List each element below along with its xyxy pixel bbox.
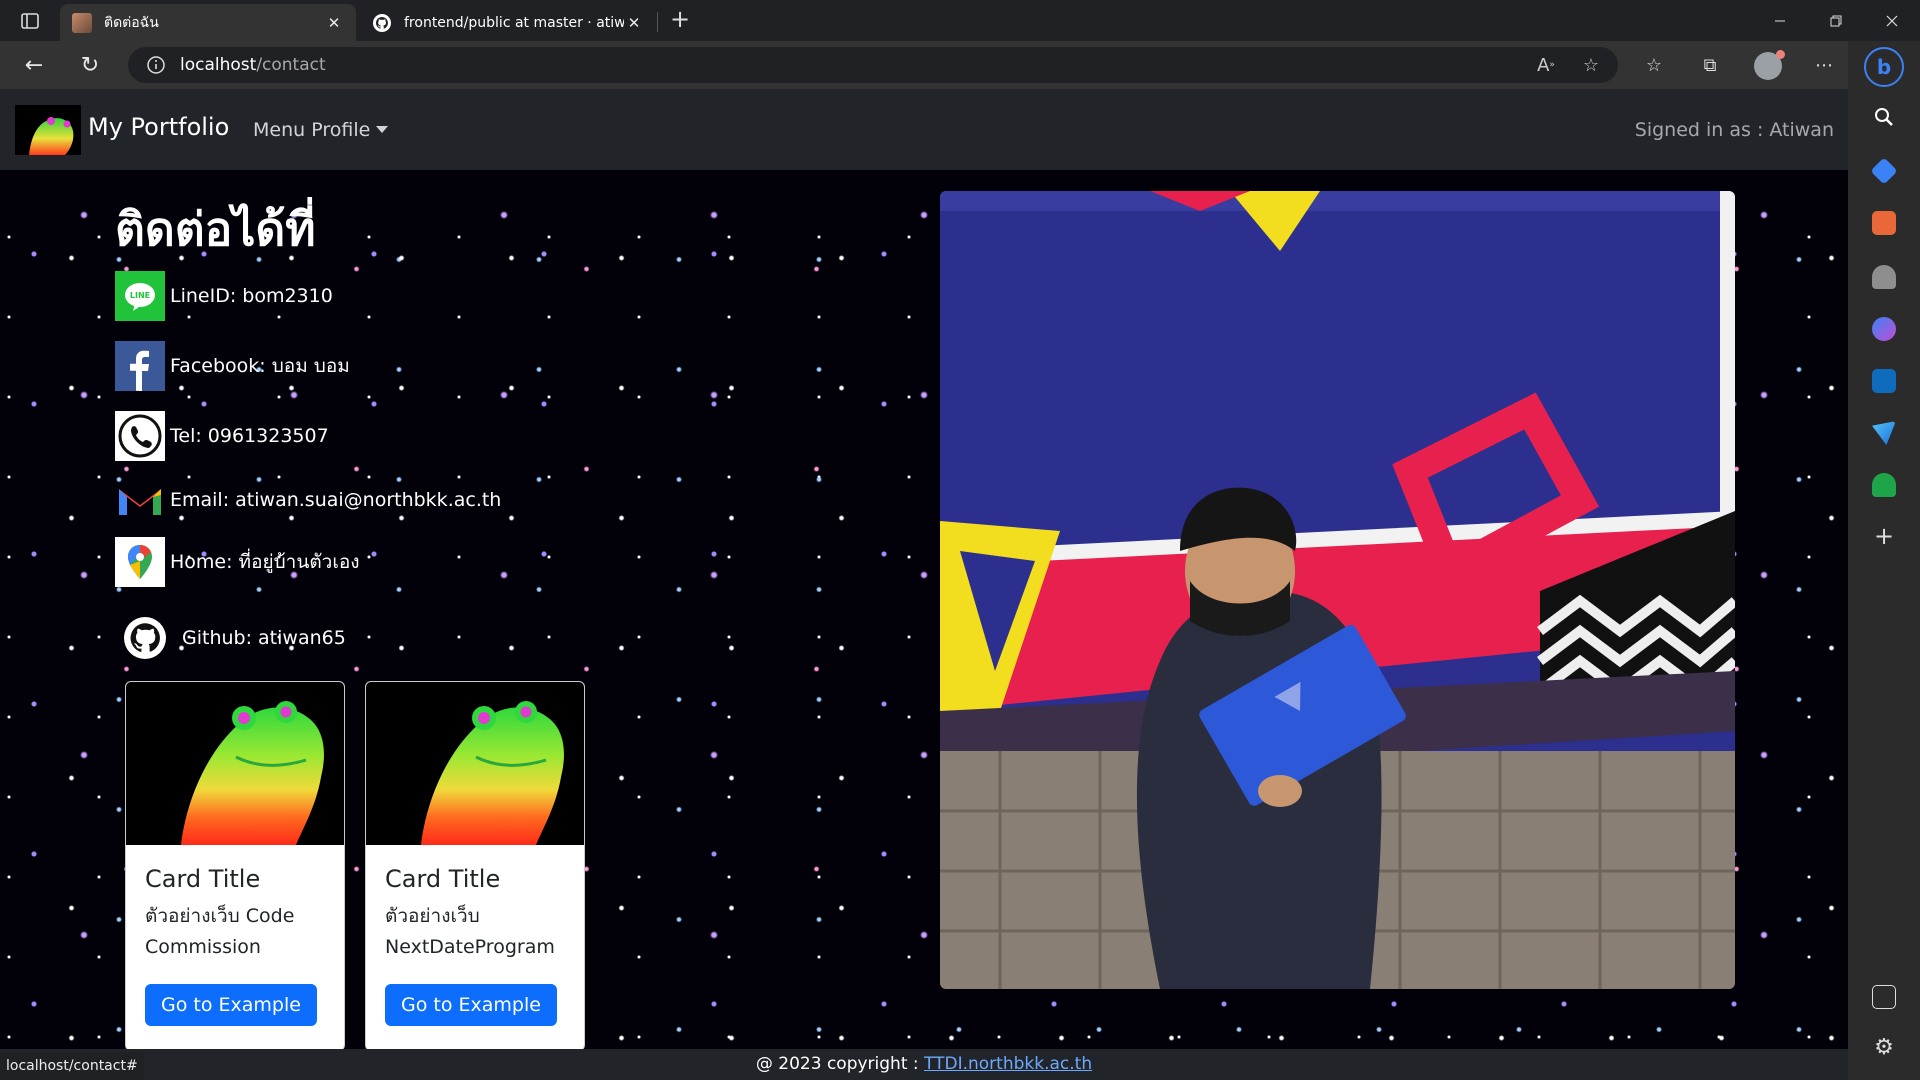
sidebar-settings-icon[interactable]: ⚙: [1872, 1037, 1896, 1061]
card-text: ตัวอย่างเว็บ NextDateProgram: [385, 905, 555, 958]
caret-down-icon: [376, 126, 389, 133]
favorites-icon[interactable]: ☆: [1638, 49, 1670, 81]
card-text: ตัวอย่างเว็บ Code Commission: [145, 905, 295, 958]
contact-line-text: LineID: bom2310: [170, 285, 333, 307]
tab-separator: [657, 12, 658, 32]
footer-link[interactable]: TTDI.northbkk.ac.th: [924, 1054, 1092, 1074]
site-info-icon[interactable]: [146, 55, 166, 75]
address-bar[interactable]: localhost/contact: [128, 47, 1618, 83]
minimize-icon: [1775, 20, 1785, 21]
profile-photo: [940, 191, 1735, 989]
contact-email: Email: atiwan.suai@northbkk.ac.th: [115, 475, 501, 525]
tree-icon[interactable]: [1872, 473, 1896, 497]
menu-profile-dropdown[interactable]: Menu Profile: [253, 119, 389, 141]
status-url-tooltip: localhost/contact#: [0, 1052, 144, 1080]
new-tab-button[interactable]: +: [666, 6, 694, 34]
back-arrow-icon: ←: [24, 52, 44, 78]
back-button[interactable]: ←: [18, 49, 50, 81]
games-icon[interactable]: [1872, 265, 1896, 289]
contact-home-text: Home: ที่อยู่บ้านตัวเอง: [170, 551, 360, 573]
restore-icon: [1830, 15, 1842, 26]
read-aloud-icon[interactable]: A»: [1531, 50, 1561, 80]
footer-copyright: @ 2023 copyright :: [755, 1054, 925, 1074]
tab-actions-icon: [21, 13, 39, 29]
github-favicon-icon: [373, 13, 391, 32]
minimize-button[interactable]: [1752, 0, 1808, 41]
profile-avatar[interactable]: [1754, 50, 1785, 80]
card-title: Card Title: [385, 865, 501, 893]
close-window-icon: [1886, 15, 1898, 26]
refresh-button[interactable]: ↻: [74, 49, 106, 81]
project-card: Card Title ตัวอย่างเว็บ NextDateProgram …: [365, 681, 585, 1051]
tab-contact[interactable]: ติดต่อฉัน ✕: [60, 4, 356, 41]
settings-more-icon[interactable]: ⋯: [1808, 49, 1840, 81]
outlook-icon[interactable]: [1872, 369, 1896, 393]
collections-icon[interactable]: ⧉: [1694, 49, 1726, 81]
browser-tab-strip: ติดต่อฉัน ✕ frontend/public at master · …: [0, 0, 1920, 41]
go-to-example-button[interactable]: Go to Example: [385, 984, 557, 1026]
go-to-example-button[interactable]: Go to Example: [145, 984, 317, 1026]
project-card: Card Title ตัวอย่างเว็บ Code Commission …: [125, 681, 345, 1051]
shopping-tag-icon[interactable]: [1870, 157, 1898, 185]
sidebar-panel-icon[interactable]: [1872, 985, 1896, 1009]
github-icon: [124, 617, 166, 659]
site-footer: @ 2023 copyright : TTDI.northbkk.ac.th: [0, 1049, 1848, 1080]
tab-title: frontend/public at master · atiwa: [404, 14, 624, 31]
close-tab-icon[interactable]: ✕: [624, 14, 644, 32]
contact-heading: ติดต่อได้ที่: [115, 202, 316, 256]
add-favorite-icon[interactable]: ☆: [1576, 50, 1606, 80]
page-favicon-icon: [72, 12, 92, 33]
bing-icon[interactable]: b: [1864, 47, 1904, 87]
contact-facebook: Facebook: บอม บอม: [115, 341, 350, 391]
search-icon[interactable]: [1872, 105, 1896, 129]
card-title: Card Title: [145, 865, 261, 893]
contact-github-text: Github: atiwan65: [182, 627, 346, 649]
url-host: localhost: [180, 55, 257, 75]
refresh-icon: ↻: [80, 52, 100, 78]
card-image-frog: [126, 682, 344, 845]
line-icon: LINE: [115, 271, 165, 321]
brand-logo-frog[interactable]: [15, 105, 81, 155]
contact-github: Github: atiwan65: [124, 617, 346, 659]
close-tab-icon[interactable]: ✕: [324, 14, 344, 32]
phone-icon: [115, 411, 165, 461]
card-body: Card Title ตัวอย่างเว็บ NextDateProgram …: [366, 845, 584, 1046]
tab-actions-button[interactable]: [14, 8, 46, 34]
close-window-button[interactable]: [1864, 0, 1920, 41]
restore-button[interactable]: [1808, 0, 1864, 41]
google-maps-icon: [115, 537, 165, 587]
brand-title[interactable]: My Portfolio: [88, 113, 229, 141]
add-sidebar-icon[interactable]: +: [1872, 524, 1896, 549]
tab-title: ติดต่อฉัน: [104, 14, 159, 31]
tab-github[interactable]: frontend/public at master · atiwa ✕: [360, 4, 656, 41]
card-image-frog: [366, 682, 584, 845]
gmail-icon: [115, 475, 165, 525]
card-body: Card Title ตัวอย่างเว็บ Code Commission …: [126, 845, 344, 1046]
contact-email-text: Email: atiwan.suai@northbkk.ac.th: [170, 489, 502, 511]
contact-phone: Tel: 0961323507: [115, 411, 329, 461]
contact-home: Home: ที่อยู่บ้านตัวเอง: [115, 537, 360, 587]
site-navbar: My Portfolio Menu Profile Signed in as :…: [0, 89, 1848, 170]
url-path: /contact: [256, 55, 326, 75]
copilot-icon[interactable]: [1872, 317, 1896, 341]
edge-sidebar: b + ⚙: [1848, 41, 1920, 1080]
facebook-icon: [115, 341, 165, 391]
contact-facebook-text: Facebook: บอม บอม: [170, 355, 350, 377]
signed-in-text: Signed in as : Atiwan: [1634, 119, 1834, 141]
send-icon[interactable]: [1872, 421, 1896, 445]
tools-icon[interactable]: [1872, 211, 1896, 235]
contact-line: LINE LineID: bom2310: [115, 271, 333, 321]
contact-phone-text: Tel: 0961323507: [170, 425, 329, 447]
svg-text:LINE: LINE: [130, 291, 150, 300]
address-toolbar: ← ↻ localhost/contact A» ☆ ☆ ⧉ ⋯: [0, 41, 1920, 89]
menu-profile-label: Menu Profile: [253, 119, 371, 141]
page-viewport: My Portfolio Menu Profile Signed in as :…: [0, 89, 1848, 1080]
